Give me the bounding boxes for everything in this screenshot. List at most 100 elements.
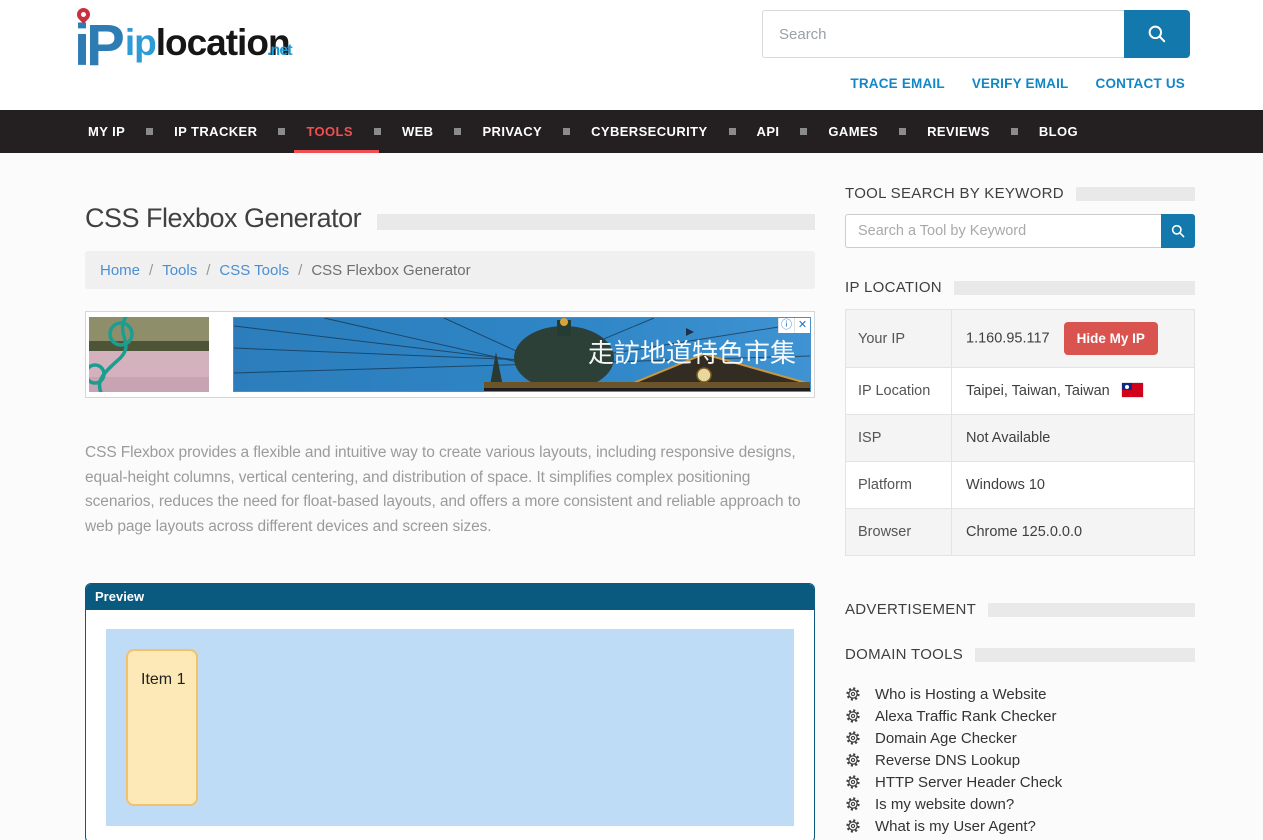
row-label: ISP xyxy=(846,415,952,462)
nav-item-ip-tracker[interactable]: IP TRACKER xyxy=(174,110,257,153)
ip-location-table: Your IP 1.160.95.117 Hide My IP IP Locat… xyxy=(845,309,1195,556)
nav-item-blog[interactable]: BLOG xyxy=(1039,110,1078,153)
table-row-platform: Platform Windows 10 xyxy=(846,462,1195,509)
breadcrumb-home[interactable]: Home xyxy=(100,262,140,279)
table-row-isp: ISP Not Available xyxy=(846,415,1195,462)
heading-decorative-bar xyxy=(988,603,1195,617)
main-navigation: MY IP IP TRACKER TOOLS WEB PRIVACY CYBER… xyxy=(0,110,1263,153)
domain-tool-label: What is my User Agent? xyxy=(875,818,1036,835)
domain-tool-label: Alexa Traffic Rank Checker xyxy=(875,708,1056,725)
ip-location-value: Taipei, Taiwan, Taiwan xyxy=(966,383,1110,399)
domain-tool-user-agent[interactable]: What is my User Agent? xyxy=(845,815,1195,837)
gear-icon xyxy=(845,708,861,724)
breadcrumb-tools[interactable]: Tools xyxy=(162,262,197,279)
nav-separator xyxy=(454,128,461,135)
hide-my-ip-button[interactable]: Hide My IP xyxy=(1064,322,1158,355)
nav-separator xyxy=(146,128,153,135)
tool-search xyxy=(845,214,1195,248)
domain-tool-http-header[interactable]: HTTP Server Header Check xyxy=(845,771,1195,793)
gear-icon xyxy=(845,686,861,702)
nav-separator xyxy=(1011,128,1018,135)
ad-info-icon[interactable]: ⓘ xyxy=(778,318,794,333)
site-search-button[interactable] xyxy=(1124,10,1190,58)
ip-location-heading-text: IP LOCATION xyxy=(845,279,942,296)
logo-monogram: iP xyxy=(74,10,121,82)
domain-tool-label: Domain Age Checker xyxy=(875,730,1017,747)
row-value: Not Available xyxy=(952,415,1195,462)
heading-decorative-bar xyxy=(1076,187,1195,201)
logo-tld: .net xyxy=(267,18,291,84)
gear-icon xyxy=(845,730,861,746)
domain-tool-website-down[interactable]: Is my website down? xyxy=(845,793,1195,815)
header-quick-links: TRACE EMAIL VERIFY EMAIL CONTACT US xyxy=(850,76,1185,91)
trace-email-link[interactable]: TRACE EMAIL xyxy=(850,76,944,91)
domain-tool-reverse-dns[interactable]: Reverse DNS Lookup xyxy=(845,749,1195,771)
ad-image-landscape[interactable] xyxy=(89,317,209,392)
site-logo[interactable]: iP iplocation .net xyxy=(74,10,290,82)
logo-mark-text: iP xyxy=(74,13,121,78)
title-row: CSS Flexbox Generator xyxy=(85,203,815,234)
domain-tools-list: Who is Hosting a Website Alexa Traffic R… xyxy=(845,683,1195,837)
preview-panel-body: Item 1 xyxy=(86,610,814,840)
nav-item-api[interactable]: API xyxy=(757,110,780,153)
tool-search-heading-text: TOOL SEARCH BY KEYWORD xyxy=(845,185,1064,202)
table-row-ip-location: IP Location Taipei, Taiwan, Taiwan xyxy=(846,368,1195,415)
page-content: CSS Flexbox Generator Home / Tools / CSS… xyxy=(0,153,1263,840)
domain-tool-label: Reverse DNS Lookup xyxy=(875,752,1020,769)
contact-us-link[interactable]: CONTACT US xyxy=(1096,76,1186,91)
domain-tool-alexa-rank[interactable]: Alexa Traffic Rank Checker xyxy=(845,705,1195,727)
nav-item-web[interactable]: WEB xyxy=(402,110,434,153)
nav-item-reviews[interactable]: REVIEWS xyxy=(927,110,990,153)
breadcrumb-css-tools[interactable]: CSS Tools xyxy=(219,262,289,279)
breadcrumb-separator: / xyxy=(206,262,210,279)
row-label: Browser xyxy=(846,509,952,556)
taiwan-flag-icon xyxy=(1122,383,1143,397)
nav-item-tools[interactable]: TOOLS xyxy=(306,110,353,153)
nav-item-cybersecurity[interactable]: CYBERSECURITY xyxy=(591,110,707,153)
site-search xyxy=(762,10,1190,58)
verify-email-link[interactable]: VERIFY EMAIL xyxy=(972,76,1069,91)
gear-icon xyxy=(845,774,861,790)
nav-separator xyxy=(563,128,570,135)
preview-panel: Preview Item 1 xyxy=(85,583,815,840)
ad-close-icon[interactable]: ✕ xyxy=(794,318,810,333)
heading-decorative-bar xyxy=(975,648,1195,662)
ad-overlay-text: 走訪地道特色市集 xyxy=(588,338,796,368)
search-icon xyxy=(1170,223,1186,239)
breadcrumb-separator: / xyxy=(149,262,153,279)
row-label: IP Location xyxy=(846,368,952,415)
heading-decorative-bar xyxy=(954,281,1195,295)
domain-tools-heading: DOMAIN TOOLS xyxy=(845,646,1195,663)
domain-tool-label: Is my website down? xyxy=(875,796,1014,813)
ip-location-heading: IP LOCATION xyxy=(845,279,1195,296)
domain-tool-domain-age[interactable]: Domain Age Checker xyxy=(845,727,1195,749)
preview-panel-header: Preview xyxy=(86,584,814,610)
tool-search-input[interactable] xyxy=(845,214,1161,248)
breadcrumb-current: CSS Flexbox Generator xyxy=(311,262,470,279)
domain-tool-who-is-hosting[interactable]: Who is Hosting a Website xyxy=(845,683,1195,705)
page-title: CSS Flexbox Generator xyxy=(85,203,361,234)
ad-image-building[interactable]: 走訪地道特色市集 ⓘ ✕ xyxy=(233,317,811,392)
table-row-browser: Browser Chrome 125.0.0.0 xyxy=(846,509,1195,556)
tool-search-button[interactable] xyxy=(1161,214,1195,248)
domain-tool-label: Who is Hosting a Website xyxy=(875,686,1046,703)
ad-banner[interactable]: 走訪地道特色市集 ⓘ ✕ xyxy=(85,311,815,398)
gear-icon xyxy=(845,796,861,812)
row-value: Windows 10 xyxy=(952,462,1195,509)
nav-separator xyxy=(729,128,736,135)
ad-badges: ⓘ ✕ xyxy=(778,318,810,333)
nav-item-my-ip[interactable]: MY IP xyxy=(88,110,125,153)
breadcrumb-separator: / xyxy=(298,262,302,279)
top-header: iP iplocation .net TRACE EMAIL VERIFY EM… xyxy=(0,0,1263,110)
row-label: Your IP xyxy=(846,310,952,368)
title-decorative-bar xyxy=(377,214,815,230)
main-column: CSS Flexbox Generator Home / Tools / CSS… xyxy=(85,185,815,840)
nav-separator xyxy=(800,128,807,135)
logo-word-ip: ip xyxy=(125,22,156,63)
row-label: Platform xyxy=(846,462,952,509)
site-search-input[interactable] xyxy=(762,10,1124,58)
nav-item-games[interactable]: GAMES xyxy=(828,110,878,153)
nav-item-privacy[interactable]: PRIVACY xyxy=(482,110,542,153)
advertisement-heading-text: ADVERTISEMENT xyxy=(845,601,976,618)
breadcrumb: Home / Tools / CSS Tools / CSS Flexbox G… xyxy=(85,251,815,289)
